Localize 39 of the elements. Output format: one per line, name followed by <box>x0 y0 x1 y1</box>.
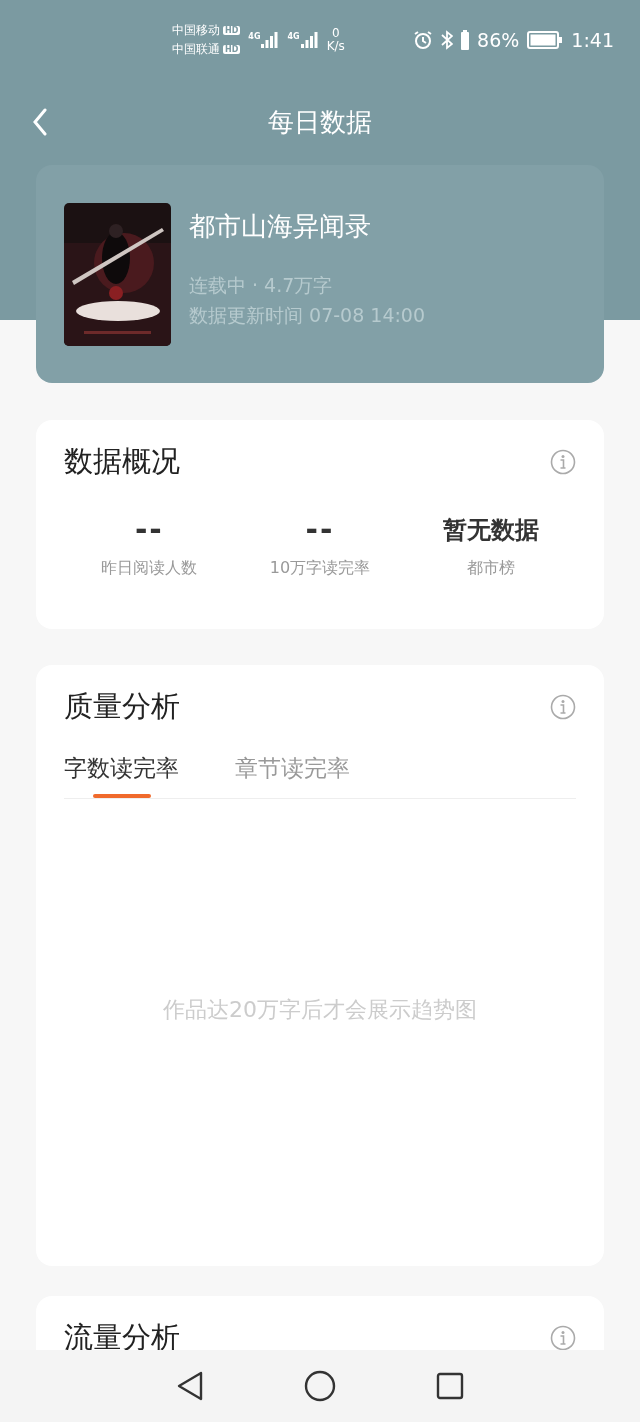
hd-badge: HD <box>223 26 241 35</box>
clock-time: 1:41 <box>571 29 614 51</box>
page-title: 每日数据 <box>268 106 372 139</box>
stat-value: 暂无数据 <box>442 515 539 546</box>
info-icon[interactable] <box>550 694 576 720</box>
carrier-name: 中国移动 <box>172 22 220 39</box>
book-title: 都市山海异闻录 <box>189 209 372 243</box>
signal-icon <box>261 32 280 48</box>
battery-icon <box>527 31 564 49</box>
stat-value: -- <box>305 512 335 548</box>
hd-badge: HD <box>223 45 241 54</box>
chevron-left-icon <box>32 108 48 136</box>
stat-label: 10万字读完率 <box>269 558 371 579</box>
signal-icon <box>300 32 319 48</box>
network-type: 4G <box>287 32 300 41</box>
back-nav-button[interactable] <box>176 1370 204 1402</box>
circle-icon <box>304 1370 336 1402</box>
tab[interactable]: 字数读完率 <box>64 753 179 798</box>
battery-small-icon <box>461 30 470 50</box>
alarm-icon <box>413 30 434 50</box>
section-title: 质量分析 <box>64 688 180 725</box>
network-type: 4G <box>248 32 261 41</box>
home-nav-button[interactable] <box>304 1370 336 1402</box>
section-title: 数据概况 <box>64 443 180 480</box>
square-icon <box>436 1372 464 1400</box>
stat-value: -- <box>134 512 164 548</box>
speed-unit: K/s <box>326 40 345 53</box>
triangle-icon <box>176 1370 204 1402</box>
section-title: 流量分析 <box>64 1319 180 1350</box>
bluetooth-icon <box>441 30 454 50</box>
info-icon[interactable] <box>550 1325 576 1350</box>
tab[interactable]: 章节读完率 <box>235 753 350 798</box>
network-speed: 0 <box>331 27 340 40</box>
recents-nav-button[interactable] <box>436 1372 464 1400</box>
carrier-name: 中国联通 <box>172 41 220 58</box>
info-icon[interactable] <box>550 449 576 475</box>
battery-percent: 86% <box>477 29 520 51</box>
stat-label: 昨日阅读人数 <box>101 558 198 579</box>
stat-label: 都市榜 <box>466 558 515 579</box>
